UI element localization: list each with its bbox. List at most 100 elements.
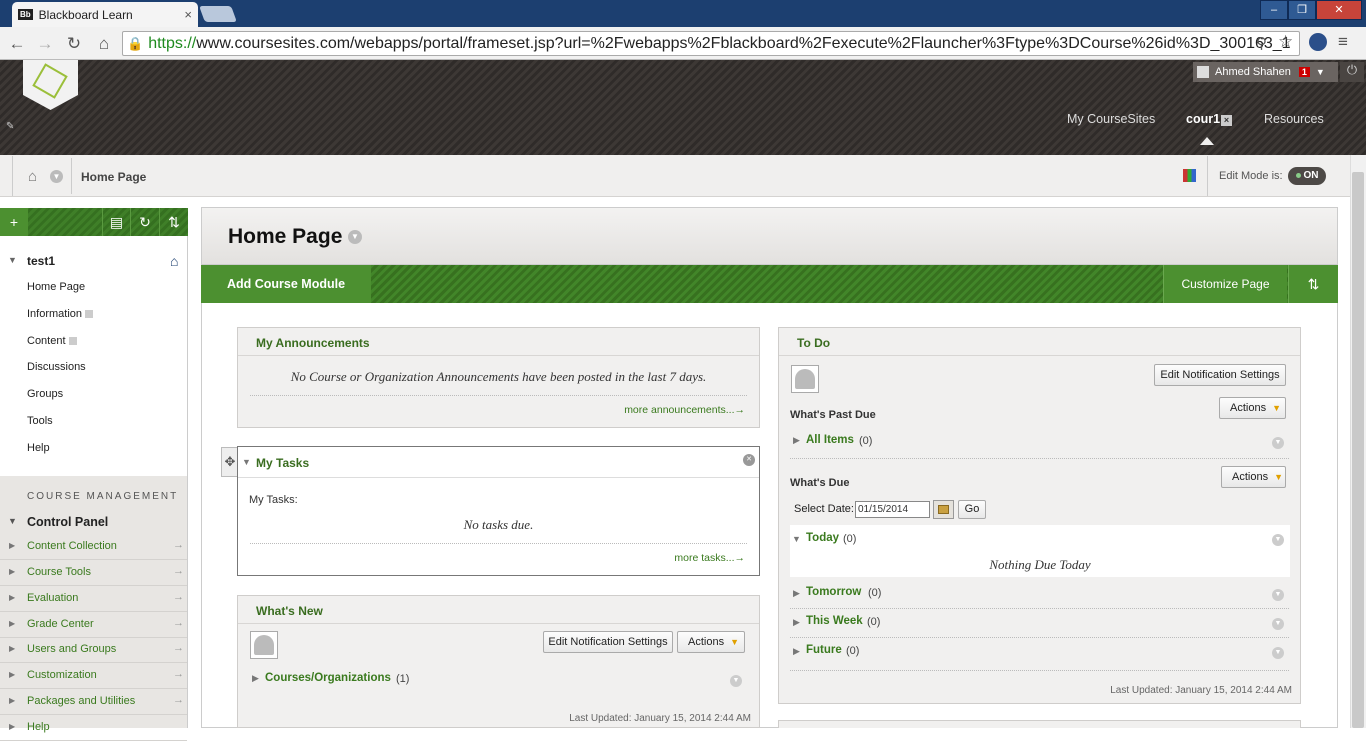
cp-item-help[interactable]: ▶ Help — [0, 715, 187, 741]
sidebar-item-groups[interactable]: Groups — [27, 388, 63, 400]
cp-item-users-and-groups[interactable]: ▶ Users and Groups → — [0, 637, 187, 663]
theme-palette-icon[interactable] — [1183, 169, 1196, 182]
more-tasks-link[interactable]: more tasks...→ — [674, 552, 745, 564]
reorder-modules-icon[interactable]: ⇅ — [1288, 265, 1338, 303]
course-name[interactable]: test1 — [27, 254, 55, 268]
past-due-actions-button[interactable]: Actions ▼ — [1219, 397, 1286, 419]
new-tab-button[interactable] — [199, 6, 237, 22]
today-count: (0) — [843, 533, 857, 545]
home-icon[interactable]: ⌂ — [93, 34, 115, 54]
site-header — [0, 60, 1366, 155]
expand-triangle-icon: ▶ — [9, 670, 16, 679]
date-input[interactable]: 01/15/2014 — [855, 501, 930, 518]
close-module-icon[interactable]: ✕ — [743, 454, 755, 466]
expand-triangle-icon[interactable]: ▶ — [793, 435, 800, 446]
minimize-button[interactable]: ‒ — [1260, 0, 1288, 20]
cp-item-evaluation[interactable]: ▶ Evaluation → — [0, 586, 187, 612]
tomorrow-link[interactable]: Tomorrow — [806, 586, 861, 598]
sidebar-item-information[interactable]: Information — [27, 308, 94, 320]
close-tab-icon[interactable]: × — [1221, 115, 1233, 126]
notification-badge[interactable]: 1 — [1298, 67, 1310, 77]
customize-page-button[interactable]: Customize Page — [1163, 265, 1287, 303]
double-chevron-down-icon: ▼ — [730, 637, 739, 647]
chevron-down-icon[interactable]: ▼ — [1272, 534, 1284, 546]
address-bar[interactable]: 🔒 https://www.coursesites.com/webapps/po… — [122, 31, 1300, 56]
forward-icon[interactable]: → — [34, 34, 56, 54]
tab-course[interactable]: cour1 × — [1186, 112, 1233, 126]
future-link[interactable]: Future — [806, 644, 842, 656]
add-course-module-button[interactable]: Add Course Module — [201, 265, 371, 303]
cp-item-customization[interactable]: ▶ Customization → — [0, 663, 187, 689]
more-announcements-link[interactable]: more announcements...→ — [624, 404, 745, 416]
expand-triangle-icon[interactable]: ▶ — [793, 617, 800, 628]
todo-module: To Do Edit Notification Settings What's … — [778, 327, 1301, 704]
pencil-icon[interactable]: ✎ — [6, 121, 14, 132]
menu-icon[interactable]: ≡ — [1338, 32, 1348, 52]
tab-my-coursesites[interactable]: My CourseSites — [1067, 112, 1155, 126]
browser-tab[interactable]: Bb Blackboard Learn × — [12, 2, 198, 27]
go-button[interactable]: Go — [958, 500, 986, 519]
scrollbar-thumb[interactable] — [1352, 172, 1364, 728]
chevron-down-icon[interactable]: ▼ — [348, 230, 362, 244]
collapse-triangle-icon[interactable]: ▼ — [8, 516, 17, 526]
chevron-down-icon[interactable]: ▼ — [1272, 618, 1284, 630]
calendar-icon[interactable] — [933, 500, 954, 519]
chevron-down-icon[interactable]: ▼ — [1272, 647, 1284, 659]
edit-notification-settings-button[interactable]: Edit Notification Settings — [543, 631, 673, 653]
reload-icon[interactable]: ↻ — [63, 34, 85, 54]
control-panel-heading[interactable]: Control Panel — [27, 515, 108, 529]
cp-item-content-collection[interactable]: ▶ Content Collection → — [0, 534, 187, 560]
sidebar-item-tools[interactable]: Tools — [27, 415, 53, 427]
collapse-triangle-icon[interactable]: ▼ — [792, 534, 801, 544]
chevron-down-icon[interactable]: ▼ — [1272, 437, 1284, 449]
double-chevron-down-icon: ▼ — [1272, 403, 1281, 413]
reorder-icon[interactable]: ⇅ — [159, 208, 188, 236]
sidebar-item-home-page[interactable]: Home Page — [27, 281, 85, 293]
breadcrumb-home-icon[interactable]: ⌂ — [28, 168, 37, 185]
back-icon[interactable]: ← — [6, 34, 28, 54]
sidebar-item-content[interactable]: Content — [27, 335, 77, 347]
url-text: https://www.coursesites.com/webapps/port… — [148, 34, 1291, 52]
user-name: Ahmed Shahen — [1215, 66, 1291, 78]
expand-triangle-icon: ▶ — [9, 541, 16, 550]
tab-resources[interactable]: Resources — [1264, 112, 1324, 126]
folder-view-icon[interactable]: ▤ — [102, 208, 130, 236]
logout-power-icon[interactable]: ⏻ — [1340, 62, 1364, 82]
cp-item-course-tools[interactable]: ▶ Course Tools → — [0, 560, 187, 586]
collapse-triangle-icon[interactable]: ▼ — [242, 457, 251, 467]
arrow-right-icon: → — [173, 642, 184, 654]
user-menu[interactable]: Ahmed Shahen 1 ▼ — [1193, 62, 1338, 82]
close-window-button[interactable]: ✕ — [1316, 0, 1362, 20]
lock-icon: 🔒 — [127, 35, 144, 51]
sidebar-item-help[interactable]: Help — [27, 442, 50, 454]
this-week-count: (0) — [867, 616, 881, 628]
tab-close-icon[interactable]: × — [184, 7, 192, 22]
chevron-down-icon[interactable]: ▼ — [1316, 67, 1325, 77]
today-link[interactable]: Today — [806, 532, 839, 544]
chevron-down-icon[interactable]: ▼ — [50, 170, 63, 183]
courses-organizations-link[interactable]: Courses/Organizations — [265, 672, 391, 684]
whats-due-actions-button[interactable]: Actions ▼ — [1221, 466, 1286, 488]
refresh-icon[interactable]: ↻ — [130, 208, 159, 236]
edit-notification-settings-button[interactable]: Edit Notification Settings — [1154, 364, 1286, 386]
extension-icon[interactable] — [1309, 33, 1327, 51]
chevron-down-icon[interactable]: ▼ — [730, 675, 742, 687]
add-menu-item-plus-icon[interactable]: + — [0, 208, 28, 236]
cp-item-grade-center[interactable]: ▶ Grade Center → — [0, 612, 187, 638]
search-icon[interactable]: ⚲ — [1256, 34, 1267, 52]
this-week-link[interactable]: This Week — [806, 615, 863, 627]
expand-triangle-icon[interactable]: ▶ — [252, 673, 259, 684]
cp-item-packages-and-utilities[interactable]: ▶ Packages and Utilities → — [0, 689, 187, 715]
edit-mode-toggle[interactable]: ON — [1288, 167, 1326, 185]
course-home-icon: ⌂ — [170, 253, 179, 269]
sidebar-item-discussions[interactable]: Discussions — [27, 361, 86, 373]
all-items-link[interactable]: All Items — [806, 434, 854, 446]
expand-triangle-icon[interactable]: ▶ — [793, 588, 800, 599]
expand-triangle-icon[interactable]: ▶ — [793, 646, 800, 657]
chevron-down-icon[interactable]: ▼ — [1272, 589, 1284, 601]
collapse-triangle-icon[interactable]: ▼ — [8, 255, 17, 265]
actions-button[interactable]: Actions ▼ — [677, 631, 745, 653]
bookmark-star-icon[interactable]: ☆ — [1278, 32, 1293, 52]
nothing-due-message: Nothing Due Today — [989, 557, 1091, 572]
maximize-button[interactable]: ❐ — [1288, 0, 1316, 20]
